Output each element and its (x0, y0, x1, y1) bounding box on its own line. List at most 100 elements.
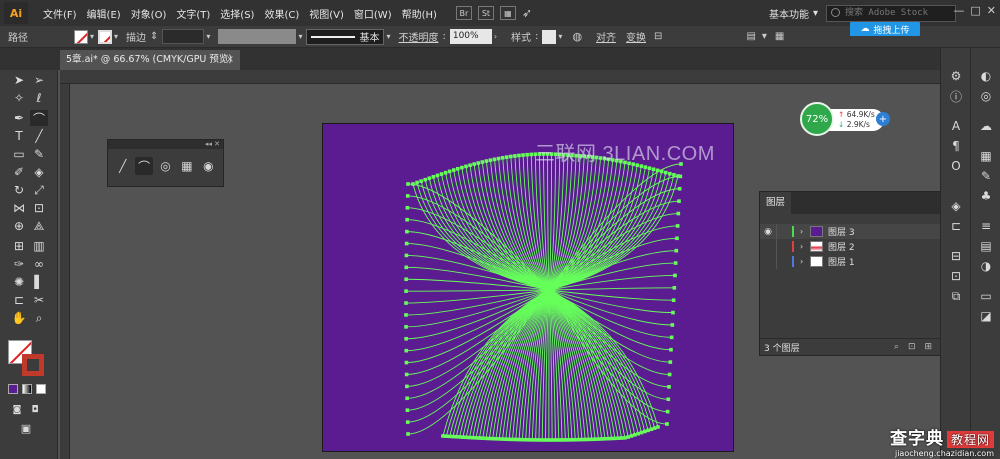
anchor-point[interactable] (596, 437, 601, 441)
curve-path[interactable] (406, 289, 550, 292)
visibility-eye-icon[interactable]: ◉ (760, 227, 776, 237)
direct-selection-tool-icon[interactable]: ➢ (30, 72, 48, 88)
anchor-point[interactable] (460, 165, 464, 170)
anchor-point[interactable] (540, 438, 545, 442)
anchor-point[interactable] (517, 437, 521, 442)
align-icon[interactable]: ⊟ (946, 248, 966, 264)
anchor-point[interactable] (405, 396, 409, 401)
menu-window[interactable]: 窗口(W) (349, 6, 397, 21)
layer-name[interactable]: 图层 3 (828, 225, 855, 238)
anchor-point[interactable] (411, 182, 415, 186)
anchor-point[interactable] (441, 434, 445, 438)
chevron-down-icon[interactable]: ▾ (298, 32, 302, 41)
layer-name[interactable]: 图层 1 (828, 255, 855, 268)
scale-tool-icon[interactable]: ⤢ (30, 182, 48, 198)
close-icon[interactable]: ✕ (987, 4, 996, 17)
draw-normal-icon[interactable]: ◙ (8, 402, 26, 418)
curve-path[interactable] (547, 154, 550, 291)
lasso-tool-icon[interactable]: ℓ (30, 90, 48, 106)
anchor-point[interactable] (504, 437, 508, 441)
curve-path[interactable] (406, 289, 550, 304)
anchor-point[interactable] (404, 241, 409, 246)
anchor-point[interactable] (675, 236, 679, 241)
chevron-down-icon[interactable]: ▾ (206, 32, 210, 41)
column-graph-tool-icon[interactable]: ▌ (30, 274, 48, 290)
swatches-icon[interactable]: ▦ (976, 148, 996, 164)
anchor-point[interactable] (590, 437, 594, 442)
isolate-icon[interactable]: ⊟ (654, 31, 662, 42)
anchor-point[interactable] (520, 437, 525, 442)
anchor-point[interactable] (665, 422, 669, 426)
anchor-point[interactable] (636, 431, 640, 436)
appearance-icon[interactable]: ▭ (976, 288, 996, 304)
paintbrush-tool-icon[interactable]: ✎ (30, 146, 48, 162)
anchor-point[interactable] (550, 438, 554, 442)
pen-tool-icon[interactable]: ✒ (10, 110, 28, 126)
anchor-point[interactable] (457, 435, 462, 439)
anchor-point[interactable] (623, 436, 627, 440)
align-label[interactable]: 对齐 (592, 29, 620, 44)
anchor-point[interactable] (676, 174, 680, 178)
menu-edit[interactable]: 编辑(E) (82, 6, 126, 21)
anchor-point[interactable] (404, 253, 409, 258)
anchor-point[interactable] (675, 224, 680, 228)
new-sublayer-icon[interactable]: ⊞ (925, 342, 933, 352)
free-transform-tool-icon[interactable]: ⊡ (30, 200, 48, 216)
maximize-icon[interactable]: □ (970, 4, 980, 17)
anchor-point[interactable] (500, 437, 505, 441)
menu-object[interactable]: 对象(O) (126, 6, 172, 21)
anchor-point[interactable] (404, 301, 408, 305)
anchor-point[interactable] (404, 325, 408, 329)
slice-tool-icon[interactable]: ✂ (30, 292, 48, 308)
type-tool-icon[interactable]: T (10, 128, 28, 144)
anchor-point[interactable] (415, 180, 419, 185)
anchor-point[interactable] (454, 434, 459, 439)
anchor-point[interactable] (513, 437, 518, 442)
anchor-point[interactable] (456, 166, 460, 171)
anchor-point[interactable] (616, 436, 621, 440)
anchor-point[interactable] (525, 152, 529, 157)
curve-path[interactable] (548, 155, 581, 291)
anchor-point[interactable] (671, 310, 675, 315)
anchor-point[interactable] (406, 182, 410, 186)
anchor-point[interactable] (517, 153, 521, 158)
transform-label[interactable]: 变换 (622, 29, 650, 44)
artboard[interactable] (322, 123, 734, 452)
rotate-tool-icon[interactable]: ↻ (10, 182, 28, 198)
gradient-mode-swatch[interactable] (22, 384, 32, 394)
panel-menu-icon[interactable]: ▤ (746, 31, 755, 42)
anchor-point[interactable] (576, 437, 581, 442)
anchor-point[interactable] (676, 211, 681, 216)
anchor-point[interactable] (404, 277, 408, 282)
anchor-point[interactable] (547, 438, 551, 442)
arrange-icon[interactable]: ▾ (762, 31, 767, 42)
stroke-label[interactable]: 描边 (122, 29, 150, 44)
transform-icon[interactable]: ⊡ (946, 268, 966, 284)
anchor-point[interactable] (467, 435, 472, 440)
menu-help[interactable]: 帮助(H) (397, 6, 442, 21)
anchor-point[interactable] (494, 436, 498, 441)
anchor-point[interactable] (488, 158, 493, 162)
anchor-point[interactable] (513, 154, 517, 158)
anchor-point[interactable] (586, 437, 591, 442)
anchor-point[interactable] (560, 438, 564, 442)
add-icon[interactable]: + (876, 112, 890, 126)
character-icon[interactable]: A (946, 118, 966, 134)
anchor-point[interactable] (500, 155, 505, 160)
anchor-point[interactable] (667, 385, 671, 389)
anchor-point[interactable] (673, 261, 678, 265)
info-icon[interactable]: ⓘ (946, 88, 966, 104)
libraries-icon[interactable]: ☁ (976, 118, 996, 134)
chevron-right-icon[interactable]: › (494, 32, 497, 41)
perspective-grid-tool-icon[interactable]: ⟁ (30, 218, 48, 234)
anchor-point[interactable] (659, 169, 664, 174)
anchor-point[interactable] (405, 229, 409, 234)
selection-tool-icon[interactable]: ➤ (10, 72, 28, 88)
anchor-point[interactable] (671, 298, 676, 302)
anchor-point[interactable] (629, 434, 634, 438)
anchor-point[interactable] (484, 436, 488, 441)
hand-tool-icon[interactable]: ✋ (10, 310, 28, 326)
anchor-point[interactable] (447, 434, 452, 439)
opacity-field[interactable]: 100% (449, 29, 492, 44)
anchor-point[interactable] (672, 286, 677, 290)
